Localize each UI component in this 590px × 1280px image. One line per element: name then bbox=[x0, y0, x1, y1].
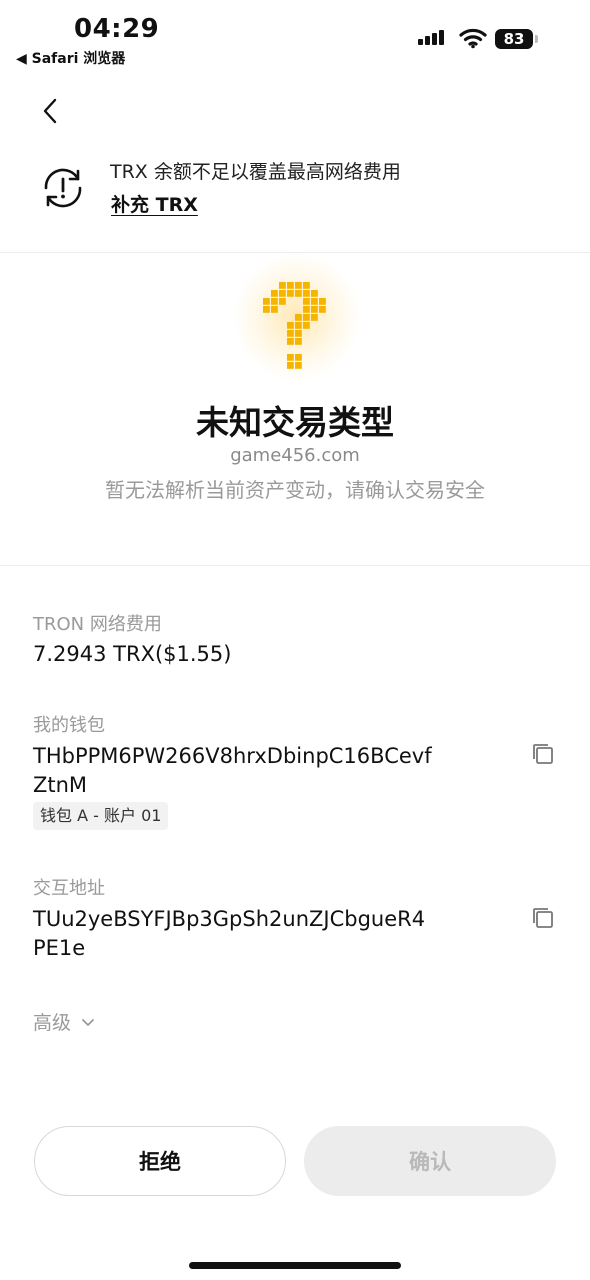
advanced-label: 高级 bbox=[33, 1012, 72, 1034]
confirm-button: 确认 bbox=[304, 1126, 556, 1196]
copy-icon[interactable] bbox=[530, 905, 556, 935]
copy-icon[interactable] bbox=[530, 741, 556, 771]
question-mark-pixel bbox=[287, 322, 294, 329]
dapp-domain: game456.com bbox=[230, 445, 360, 466]
question-mark-pixel bbox=[303, 282, 310, 289]
my-wallet-label: 我的钱包 bbox=[33, 715, 105, 736]
question-mark-pixel bbox=[311, 298, 318, 305]
question-mark-pixel bbox=[311, 290, 318, 297]
insufficient-trx-warning: TRX 余额不足以覆盖最高网络费用 bbox=[110, 161, 401, 183]
interaction-address: TUu2yeBSYFJBp3GpSh2unZJCbgueR4PE1e bbox=[33, 907, 426, 960]
question-mark-pixel bbox=[295, 354, 302, 361]
question-mark-pixel bbox=[287, 330, 294, 337]
question-mark-pixel bbox=[295, 362, 302, 369]
question-mark-pixel bbox=[287, 354, 294, 361]
question-mark-pixel bbox=[295, 282, 302, 289]
top-up-trx-link[interactable]: 补充 TRX bbox=[111, 190, 198, 217]
back-arrow-icon[interactable] bbox=[36, 94, 66, 128]
question-mark-pixel bbox=[271, 306, 278, 313]
reject-button[interactable]: 拒绝 bbox=[34, 1126, 286, 1196]
home-indicator bbox=[189, 1262, 401, 1269]
question-mark-pixel bbox=[311, 306, 318, 313]
divider bbox=[0, 565, 590, 566]
transaction-subtitle: 暂无法解析当前资产变动，请确认交易安全 bbox=[105, 478, 485, 502]
status-time: 04:29 bbox=[74, 14, 160, 44]
question-mark-pixel-icon bbox=[262, 280, 328, 376]
question-mark-pixel bbox=[311, 314, 318, 321]
question-mark-pixel bbox=[295, 322, 302, 329]
advanced-toggle[interactable]: 高级 bbox=[33, 1008, 95, 1035]
question-mark-pixel bbox=[279, 282, 286, 289]
refresh-warning-icon bbox=[38, 163, 88, 217]
question-mark-pixel bbox=[319, 306, 326, 313]
question-mark-pixel bbox=[279, 290, 286, 297]
question-mark-pixel bbox=[287, 290, 294, 297]
transaction-type-title: 未知交易类型 bbox=[196, 403, 394, 442]
chevron-down-icon bbox=[82, 1018, 94, 1026]
battery-icon: 83 bbox=[495, 29, 533, 49]
question-mark-pixel bbox=[295, 330, 302, 337]
question-mark-pixel bbox=[263, 306, 270, 313]
question-mark-pixel bbox=[303, 298, 310, 305]
question-mark-pixel bbox=[303, 322, 310, 329]
battery-tip bbox=[535, 35, 538, 43]
question-mark-pixel bbox=[303, 290, 310, 297]
question-mark-pixel bbox=[295, 290, 302, 297]
question-mark-pixel bbox=[263, 298, 270, 305]
question-mark-pixel bbox=[295, 314, 302, 321]
wallet-account-badge: 钱包 A - 账户 01 bbox=[33, 802, 169, 830]
question-mark-pixel bbox=[287, 338, 294, 345]
network-fee-label: TRON 网络费用 bbox=[33, 614, 162, 635]
network-fee-value: 7.2943 TRX($1.55) bbox=[33, 642, 232, 666]
interaction-address-label: 交互地址 bbox=[33, 878, 105, 899]
question-mark-pixel bbox=[287, 362, 294, 369]
question-mark-pixel bbox=[287, 282, 294, 289]
back-to-safari-link[interactable]: ◀ Safari 浏览器 bbox=[16, 48, 125, 68]
question-mark-pixel bbox=[303, 306, 310, 313]
question-mark-pixel bbox=[271, 298, 278, 305]
my-wallet-address: THbPPM6PW266V8hrxDbinpC16BCevfZtnM bbox=[33, 744, 432, 797]
question-mark-pixel bbox=[271, 290, 278, 297]
wifi-icon bbox=[459, 27, 487, 53]
cellular-signal-icon bbox=[418, 30, 444, 45]
question-mark-pixel bbox=[303, 314, 310, 321]
question-mark-pixel bbox=[295, 338, 302, 345]
question-mark-pixel bbox=[319, 298, 326, 305]
question-mark-pixel bbox=[279, 298, 286, 305]
